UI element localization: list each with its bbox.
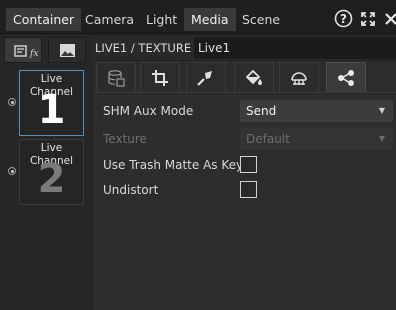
fill-bucket-icon bbox=[245, 69, 262, 85]
close-icon[interactable] bbox=[384, 9, 396, 29]
text-fx-icon: fx bbox=[14, 45, 38, 59]
toolbar-tab-crop[interactable] bbox=[140, 62, 180, 92]
shm-aux-mode-value: Send bbox=[246, 104, 277, 118]
texture-label: Texture bbox=[103, 132, 147, 146]
use-trash-matte-checkbox[interactable] bbox=[240, 156, 257, 173]
toolbar-tab-brush[interactable] bbox=[186, 62, 226, 92]
channel-label: Live Channel bbox=[29, 73, 74, 98]
name-field[interactable]: Live1 bbox=[194, 37, 396, 59]
sphere-icon bbox=[291, 71, 307, 85]
use-trash-matte-label: Use Trash Matte As Key bbox=[103, 158, 244, 172]
chevron-down-icon: ▼ bbox=[378, 106, 385, 115]
live-channel-2[interactable]: Live Channel 2 bbox=[19, 139, 84, 205]
breadcrumb: LIVE1 / TEXTURE bbox=[95, 41, 192, 55]
tab-container[interactable]: Container bbox=[6, 8, 82, 31]
image-icon bbox=[60, 44, 75, 57]
share-nodes-icon bbox=[338, 69, 354, 86]
svg-text:fx: fx bbox=[29, 49, 38, 59]
toolbar-tab-sphere[interactable] bbox=[279, 62, 319, 92]
expand-icon[interactable] bbox=[360, 9, 376, 29]
svg-text:?: ? bbox=[340, 12, 347, 26]
help-icon[interactable]: ? bbox=[333, 9, 353, 29]
tab-camera[interactable]: Camera bbox=[78, 8, 141, 31]
channel-2-radio[interactable] bbox=[8, 167, 16, 175]
tab-media[interactable]: Media bbox=[184, 8, 236, 31]
left-tab-text-fx[interactable]: fx bbox=[4, 37, 42, 63]
toolbar-tab-fill[interactable] bbox=[234, 62, 274, 92]
undistort-label: Undistort bbox=[103, 183, 159, 197]
toolbar-tab-database[interactable] bbox=[96, 62, 136, 92]
toolbar-tab-share[interactable] bbox=[326, 62, 366, 92]
undistort-checkbox[interactable] bbox=[240, 181, 257, 198]
database-icon bbox=[108, 69, 125, 87]
texture-value: Default bbox=[246, 132, 290, 146]
properties-panel bbox=[93, 94, 396, 310]
live-channel-1[interactable]: Live Channel 1 bbox=[19, 70, 84, 136]
shm-aux-mode-label: SHM Aux Mode bbox=[103, 104, 194, 118]
channel-1-radio[interactable] bbox=[8, 98, 16, 106]
texture-select[interactable]: Default ▼ bbox=[240, 128, 393, 150]
crop-icon bbox=[152, 69, 168, 86]
chevron-down-icon: ▼ bbox=[378, 134, 385, 143]
left-tab-image[interactable] bbox=[48, 37, 86, 63]
tab-light[interactable]: Light bbox=[139, 8, 184, 31]
brush-icon bbox=[197, 70, 212, 86]
shm-aux-mode-select[interactable]: Send ▼ bbox=[240, 100, 393, 122]
channel-label: Live Channel bbox=[29, 142, 74, 167]
tab-scene[interactable]: Scene bbox=[235, 8, 287, 31]
